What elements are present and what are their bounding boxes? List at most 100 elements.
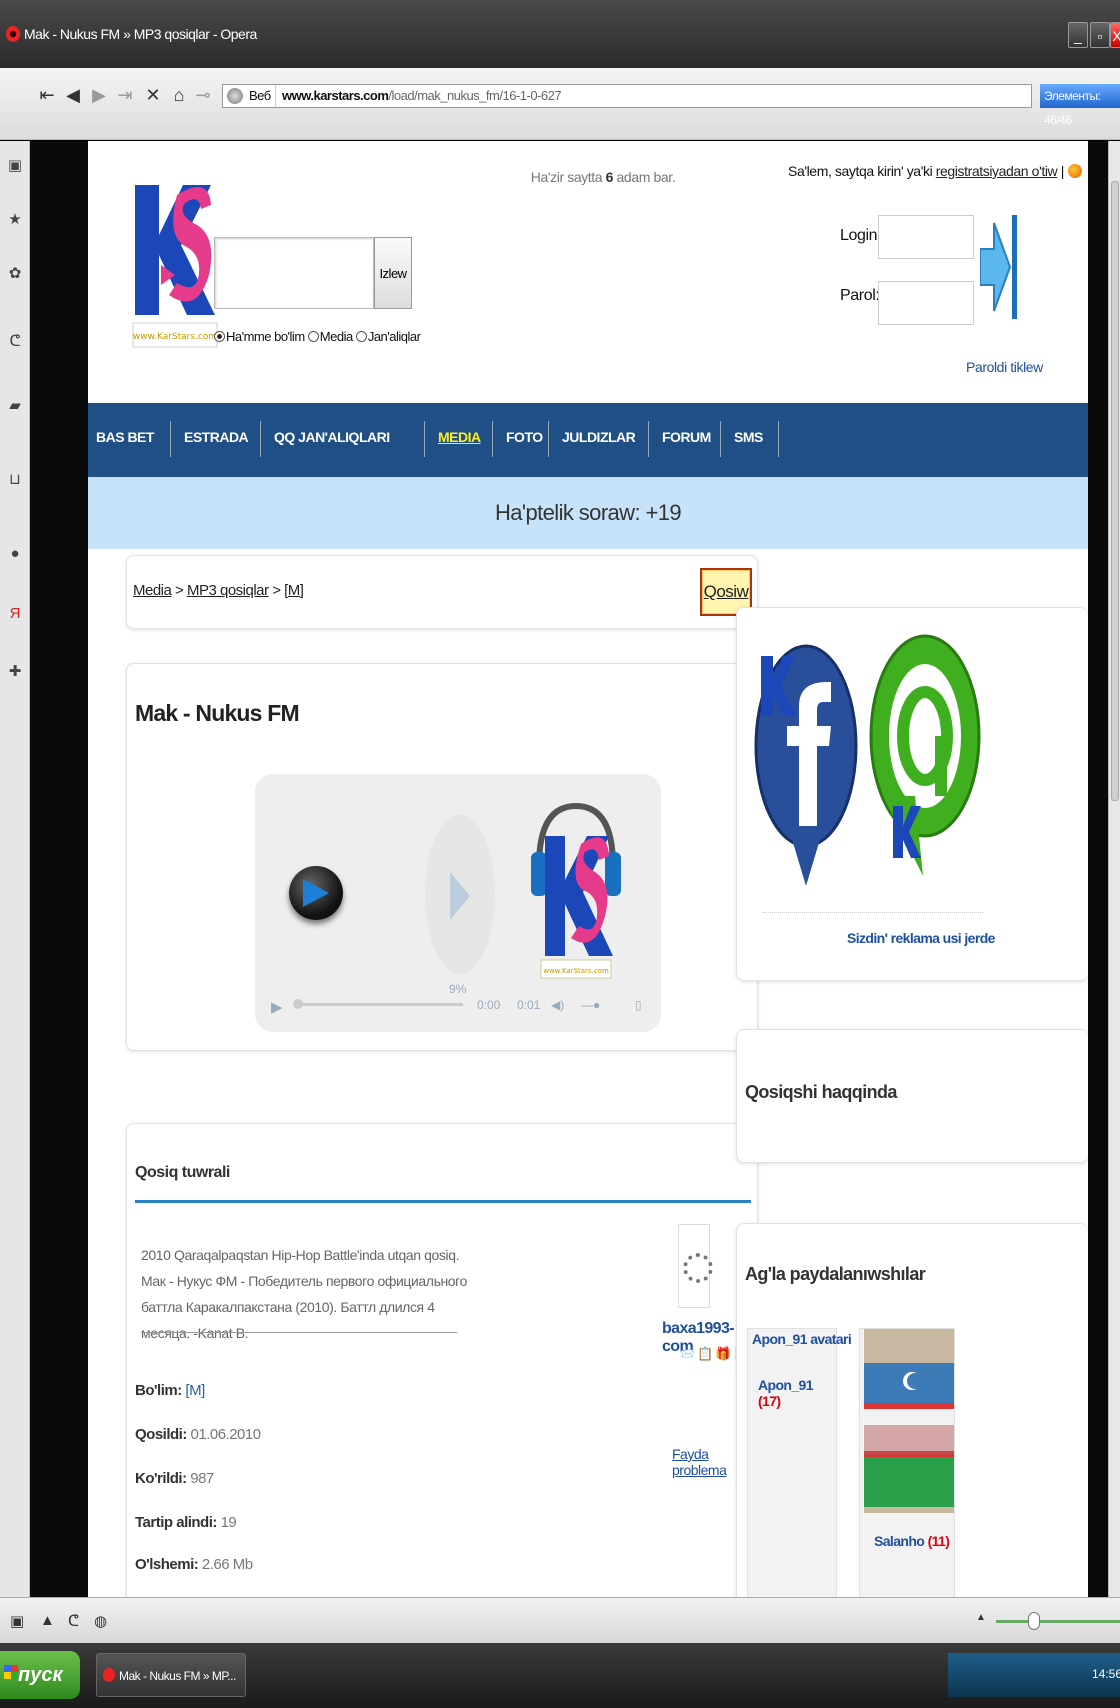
nav-item-sms[interactable]: SMS — [734, 429, 763, 445]
stop-icon[interactable]: ✕ — [142, 82, 164, 108]
fast-forward-icon[interactable]: ⇥ — [114, 82, 136, 108]
nav-item-estrada[interactable]: ESTRADA — [184, 429, 249, 445]
vertical-scrollbar[interactable] — [1108, 141, 1120, 1597]
mail-agent-icon[interactable] — [863, 626, 983, 888]
nav-item-foto[interactable]: FOTO — [506, 429, 543, 445]
gift-icon[interactable]: 🎁 — [715, 1346, 733, 1361]
firefox-icon[interactable] — [1067, 164, 1082, 178]
password-field[interactable] — [878, 281, 974, 325]
logo-text: www.KarStars.com — [133, 332, 217, 342]
maximize-button[interactable]: ▫ — [1090, 22, 1110, 48]
top-user[interactable]: Salanho (11) — [859, 1328, 955, 1597]
zoom-knob[interactable] — [1028, 1612, 1040, 1630]
elements-badge[interactable]: Элементы: 46/46 — [1040, 84, 1120, 127]
turbo-icon[interactable]: ▲ — [40, 1612, 55, 1629]
about-artist-heading: Qosiqshi haqqinda — [745, 1082, 897, 1102]
nav-divider — [720, 421, 721, 457]
volume-icon[interactable]: ◀) — [551, 998, 564, 1012]
nav-item-juldizlar[interactable]: JULDIZLAR — [562, 429, 636, 445]
speed-dial-icon[interactable]: ▣ — [7, 157, 23, 175]
radio-all[interactable] — [214, 331, 225, 342]
ad-text[interactable]: Sizdin' reklama usi jerde — [847, 930, 995, 946]
breadcrumb-card: Media > MP3 qosiqlar > [M] Qosiw — [126, 555, 758, 629]
facebook-icon[interactable] — [751, 636, 861, 898]
radio-media[interactable] — [307, 331, 319, 342]
login-arrow-icon[interactable] — [980, 215, 1018, 319]
rewind-icon[interactable]: ⇤ — [36, 82, 58, 108]
nav-divider — [260, 421, 261, 457]
top-user[interactable]: Apon_91 avatari Apon_91 (17) — [747, 1328, 852, 1597]
unite-status-icon[interactable]: ᕦ — [68, 1612, 79, 1630]
info-label: Bo'lim: — [135, 1382, 182, 1399]
breadcrumb-letter[interactable]: [M] — [284, 582, 304, 599]
nav-item-bas-bet[interactable]: BAS BET — [96, 429, 154, 445]
nav-item-media[interactable]: MEDIA — [438, 429, 481, 445]
forward-icon[interactable]: ▶ — [88, 82, 110, 108]
scroll-thumb[interactable] — [1111, 181, 1119, 801]
add-panel-icon[interactable]: ✚ — [7, 663, 23, 681]
search-button[interactable]: Izlew — [374, 237, 412, 309]
home-icon[interactable]: ⌂ — [168, 82, 190, 108]
search-input[interactable] — [214, 237, 374, 309]
zoom-slider[interactable] — [996, 1620, 1120, 1623]
seek-bar[interactable] — [295, 1003, 463, 1006]
nav-divider — [170, 421, 171, 457]
taskbar-opera-window[interactable]: Mak - Nukus FM » MP... — [96, 1653, 246, 1697]
site-logo[interactable]: www.KarStars.com — [131, 165, 219, 353]
nav-item-qq-janaliqlari[interactable]: QQ JAN'ALIQLARI — [274, 429, 390, 445]
radio-news[interactable] — [355, 331, 367, 342]
zoom-up-icon[interactable]: ▲ — [976, 1612, 986, 1623]
fullscreen-icon[interactable]: ▯ — [635, 998, 642, 1012]
user-avatar[interactable] — [678, 1224, 713, 1308]
back-icon[interactable]: ◀ — [62, 82, 84, 108]
downloads-icon[interactable]: ⊔ — [7, 471, 23, 489]
register-link[interactable]: registratsiyadan o'tiw — [936, 163, 1058, 179]
close-button[interactable]: X — [1110, 22, 1120, 48]
volume-slider[interactable]: —● — [581, 998, 600, 1012]
top-user-avatar[interactable] — [864, 1329, 954, 1513]
weekly-poll[interactable]: Ha'ptelik soraw: +19 — [88, 477, 1088, 549]
info-views: Ko'rildi: 987 — [135, 1470, 214, 1487]
nav-divider — [424, 421, 425, 457]
start-button[interactable]: пуск — [0, 1651, 80, 1699]
info-value: 987 — [190, 1470, 214, 1487]
key-icon[interactable]: ⊸ — [192, 82, 214, 108]
top-user-name[interactable]: Apon_91 (17) — [758, 1377, 836, 1409]
start-label: пуск — [18, 1664, 63, 1686]
info-section-link[interactable]: [M] — [185, 1382, 205, 1399]
bookmarks-icon[interactable]: ★ — [7, 211, 23, 229]
radio-news-label: Jan'aliqlar — [367, 329, 421, 344]
address-bar[interactable]: Веб www.karstars.com/load/mak_nukus_fm/1… — [222, 84, 1032, 108]
dragonfly-icon[interactable]: ◍ — [94, 1612, 107, 1630]
unite-icon[interactable]: ᕦ — [7, 333, 23, 351]
notes-icon[interactable]: ▰ — [7, 397, 23, 415]
mini-play-icon[interactable]: ▶ — [271, 998, 283, 1016]
top-users-heading: Ag'la paydalanıwshılar — [745, 1264, 926, 1284]
nav-item-forum[interactable]: FORUM — [662, 429, 711, 445]
song-description: 2010 Qaraqalpaqstan Hip-Hop Battle'inda … — [141, 1247, 467, 1341]
minimize-button[interactable]: _ — [1068, 22, 1088, 48]
panel-toggle-icon[interactable]: ▣ — [10, 1612, 24, 1630]
yandex-icon[interactable]: Я — [7, 605, 23, 623]
nav-divider — [648, 421, 649, 457]
info-size: O'lshemi: 2.66 Mb — [135, 1556, 253, 1573]
opera-icon — [6, 26, 20, 42]
message-icon[interactable]: 📨 — [679, 1346, 697, 1361]
top-user-count: (17) — [758, 1393, 781, 1409]
play-button[interactable] — [289, 866, 343, 920]
top-user-name[interactable]: Salanho (11) — [874, 1533, 950, 1549]
address-url[interactable]: www.karstars.com/load/mak_nukus_fm/16-1-… — [275, 85, 562, 107]
profile-icon[interactable]: 📋 — [697, 1346, 715, 1361]
history-icon[interactable]: ● — [7, 545, 23, 563]
time-current: 0:00 — [477, 998, 501, 1012]
widgets-icon[interactable]: ✿ — [7, 265, 23, 283]
player-logo-text: www.KarStars.com — [543, 967, 609, 975]
reset-password-link[interactable]: Paroldi tiklew — [966, 359, 1043, 375]
radio-media-label: Media — [319, 329, 353, 344]
breadcrumb-mp3[interactable]: MP3 qosiqlar — [187, 582, 269, 599]
about-artist-card: Qosiqshi haqqinda — [736, 1029, 1088, 1163]
seek-knob[interactable] — [293, 999, 303, 1009]
main-nav: BAS BET ESTRADA QQ JAN'ALIQLARI MEDIA FO… — [88, 403, 1088, 477]
login-field[interactable] — [878, 215, 974, 259]
breadcrumb-media[interactable]: Media — [133, 582, 172, 599]
